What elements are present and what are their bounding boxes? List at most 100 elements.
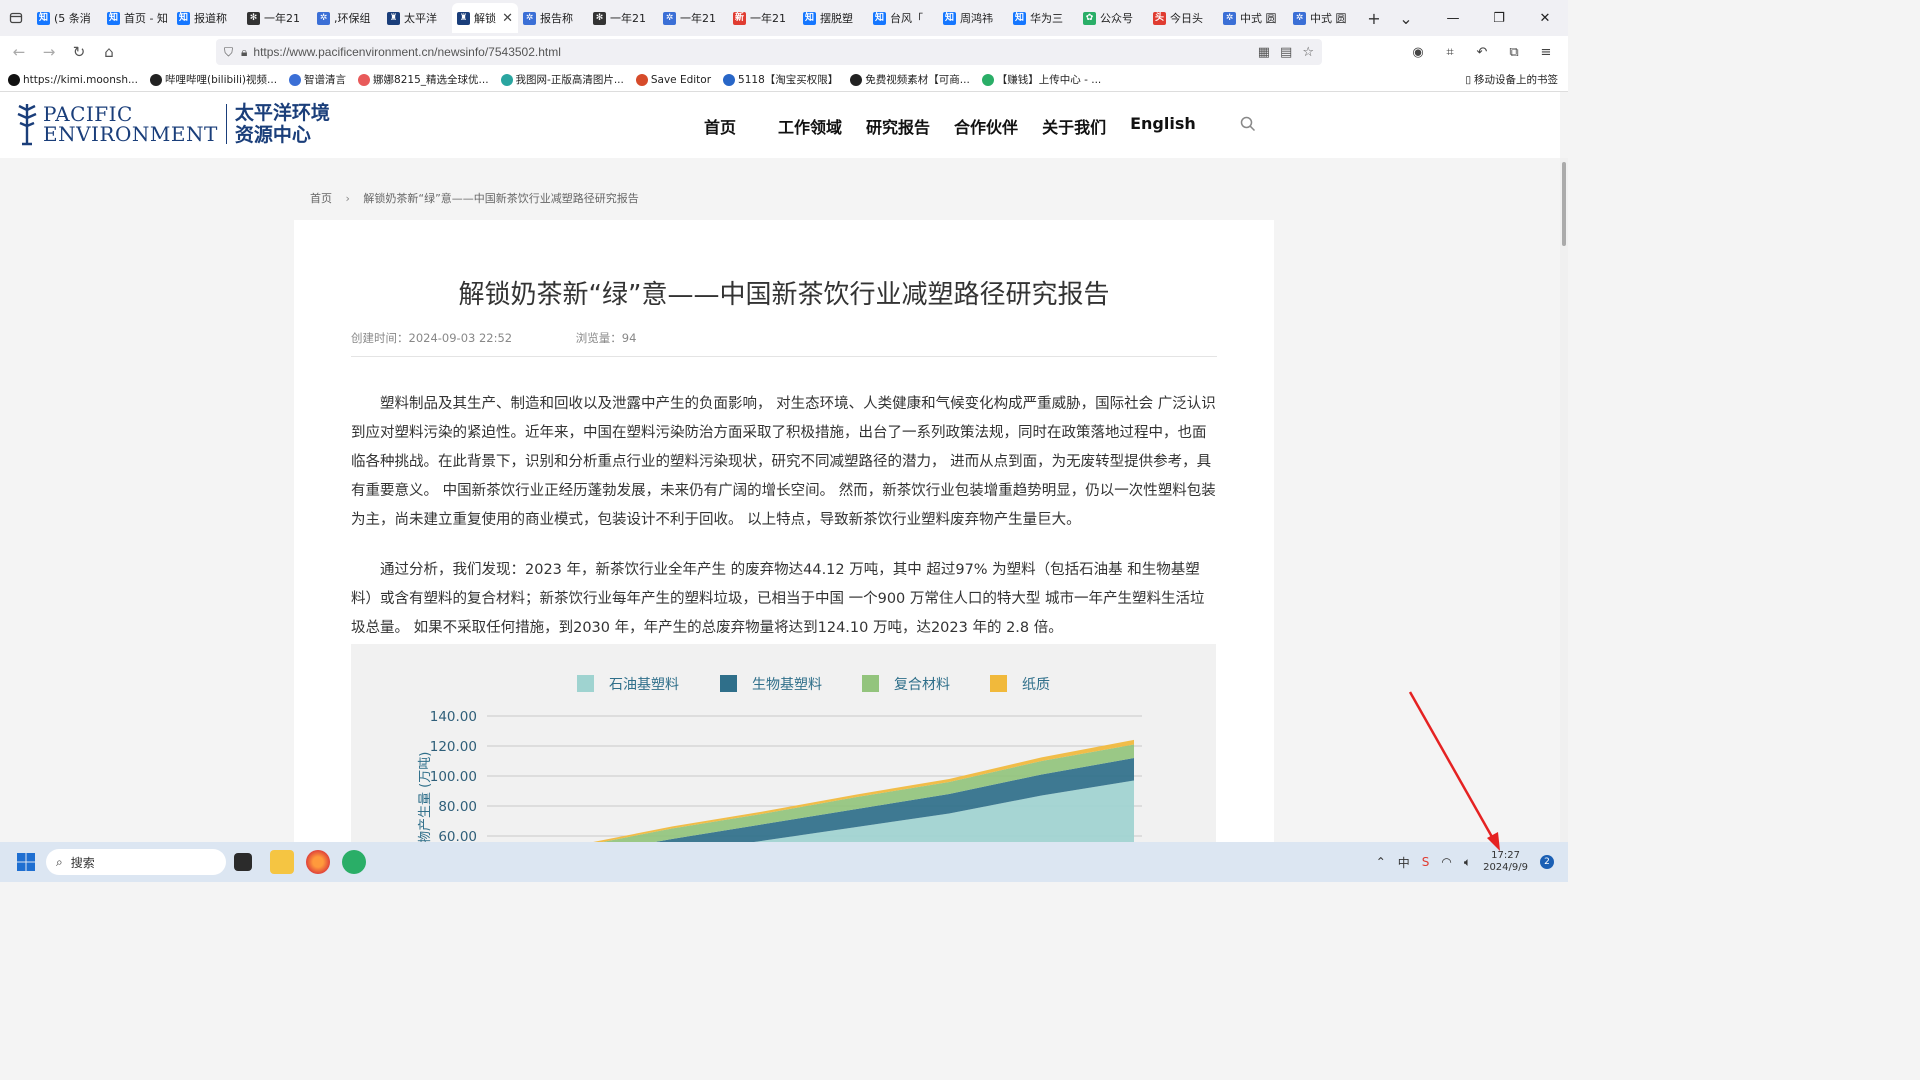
undo-icon[interactable]: ↶ <box>1468 45 1496 60</box>
mobile-device-icon: ▯ <box>1465 73 1471 86</box>
wechat-icon[interactable] <box>342 850 366 874</box>
extensions-icon[interactable]: ⧉ <box>1500 45 1528 60</box>
wifi-icon[interactable]: ◠ <box>1441 855 1451 869</box>
breadcrumb-home[interactable]: 首页 <box>310 192 332 205</box>
bookmark-star-icon[interactable]: ☆ <box>1302 45 1314 60</box>
browser-tab[interactable]: 知周鸿祎 <box>938 3 1008 33</box>
taskbar-search[interactable]: ⌕ 搜索 <box>46 849 226 875</box>
window-controls: — ❐ ✕ <box>1430 0 1568 36</box>
tab-label: 报道称 <box>194 12 227 25</box>
tab-label: 周鸿祎 <box>960 12 993 25</box>
browser-tab[interactable]: 头今日头 <box>1148 3 1218 33</box>
close-window-button[interactable]: ✕ <box>1522 0 1568 36</box>
nav-english[interactable]: English <box>1130 114 1196 138</box>
nav-research-reports[interactable]: 研究报告 <box>866 114 930 138</box>
nav-partners[interactable]: 合作伙伴 <box>954 114 1018 138</box>
browser-tab[interactable]: ✻ 一年21 <box>242 3 312 33</box>
reload-button[interactable]: ↻ <box>64 37 94 67</box>
y-tick-label: 140.00 <box>430 709 477 725</box>
site-icon: ✲ <box>317 11 330 25</box>
y-tick-label: 100.00 <box>430 769 477 785</box>
browser-tab[interactable]: ♜ 太平洋 <box>382 3 452 33</box>
tab-label: 中式 圆 <box>1240 12 1277 25</box>
browser-tab[interactable]: 知报道称 <box>172 3 242 33</box>
windows-start-icon[interactable] <box>17 853 35 871</box>
zhihu-icon: 知 <box>1013 11 1026 25</box>
tab-list-icon[interactable] <box>0 0 32 36</box>
browser-tab[interactable]: 新一年21 <box>728 3 798 33</box>
account-icon[interactable]: ◉ <box>1404 45 1432 60</box>
file-explorer-icon[interactable] <box>270 850 294 874</box>
bookmark-item[interactable]: 免费视频素材【可商... <box>850 72 970 87</box>
bookmark-item[interactable]: 智谱清言 <box>289 72 346 87</box>
sogou-icon[interactable]: S <box>1422 855 1430 869</box>
browser-tab[interactable]: 知华为三 <box>1008 3 1078 33</box>
reader-view-icon[interactable]: ▤ <box>1280 45 1292 60</box>
menu-icon[interactable]: ≡ <box>1532 45 1560 60</box>
nav-work-areas[interactable]: 工作领域 <box>778 114 842 138</box>
bookmark-item[interactable]: https://kimi.moonsh... <box>8 73 138 86</box>
site-header: PACIFIC ENVIRONMENT 太平洋环境 资源中心 首页 工作领域 研… <box>0 92 1560 158</box>
lock-icon[interactable]: 🔒︎ <box>241 45 247 60</box>
bookmark-item[interactable]: Save Editor <box>635 73 711 86</box>
browser-tab[interactable]: ✲ 报告称 <box>518 3 588 33</box>
bookmark-item[interactable]: 【赚钱】上传中心 - ... <box>981 72 1101 87</box>
mobile-bookmarks-folder[interactable]: ▯ 移动设备上的书签 <box>1465 72 1558 87</box>
browser-tab[interactable]: ✻ 一年21 <box>588 3 658 33</box>
zhihu-icon: 知 <box>803 11 816 25</box>
qr-code-icon[interactable]: ▦ <box>1258 45 1270 60</box>
search-icon[interactable] <box>1240 116 1256 136</box>
forward-button[interactable]: → <box>34 37 64 67</box>
browser-tab[interactable]: ✲ 中式 圆 <box>1218 3 1288 33</box>
logo-tree-icon <box>17 104 37 146</box>
url-text[interactable]: https://www.pacificenvironment.cn/newsin… <box>253 45 561 59</box>
browser-tab[interactable]: ✲ ,环保组 <box>312 3 382 33</box>
home-button[interactable]: ⌂ <box>94 37 124 67</box>
tab-label: 一年21 <box>610 12 646 25</box>
chevron-right-icon: › <box>345 192 350 205</box>
back-button[interactable]: ← <box>4 37 34 67</box>
legend-swatch <box>990 675 1007 692</box>
site-logo[interactable]: PACIFIC ENVIRONMENT 太平洋环境 资源中心 <box>14 102 330 146</box>
restore-button[interactable]: ❐ <box>1476 0 1522 36</box>
address-bar[interactable]: ⛉ 🔒︎ https://www.pacificenvironment.cn/n… <box>216 39 1322 65</box>
legend-swatch <box>862 675 879 692</box>
browser-tab[interactable]: 知台风「 <box>868 3 938 33</box>
nav-home[interactable]: 首页 <box>704 114 736 138</box>
task-view-icon[interactable] <box>234 853 252 871</box>
article-paragraph-2: 通过分析，我们发现：2023 年，新茶饮行业全年产生 的废弃物达44.12 万吨… <box>351 562 1205 636</box>
mute-speaker-icon[interactable]: 🔈︎ <box>1464 855 1471 870</box>
new-tab-button[interactable]: + <box>1358 0 1390 36</box>
bookmark-item[interactable]: 我图网-正版高清图片... <box>500 72 624 87</box>
page-scrollbar[interactable] <box>1560 158 1568 842</box>
crop-icon[interactable]: ⌗ <box>1436 45 1464 60</box>
minimize-button[interactable]: — <box>1430 0 1476 36</box>
bookmark-item[interactable]: 哔哩哔哩(bilibili)视频... <box>150 72 277 87</box>
scrollbar-thumb[interactable] <box>1562 162 1566 246</box>
chevron-up-icon[interactable]: ⌃ <box>1376 855 1386 869</box>
shield-icon[interactable]: ⛉ <box>224 45 233 60</box>
close-tab-icon[interactable]: ✕ <box>502 11 513 26</box>
firefox-icon[interactable] <box>306 850 330 874</box>
tab-overflow-chevron-icon[interactable]: ⌄ <box>1390 0 1422 36</box>
browser-tab[interactable]: ✲ 一年21 <box>658 3 728 33</box>
browser-tab[interactable]: 知摆脱塑 <box>798 3 868 33</box>
clock[interactable]: 17:27 2024/9/9 <box>1483 850 1528 874</box>
bookmark-item[interactable]: 娜娜8215_精选全球优... <box>358 72 489 87</box>
tab-label: 首页 - 知 <box>124 12 167 25</box>
bookmark-item[interactable]: 5118【淘宝买权限】 <box>723 72 838 87</box>
browser-tab[interactable]: ✿ 公众号 <box>1078 3 1148 33</box>
nav-about-us[interactable]: 关于我们 <box>1042 114 1106 138</box>
browser-tab[interactable]: 知 (5 条消 <box>32 3 102 33</box>
notification-badge[interactable]: 2 <box>1540 855 1554 869</box>
created-time: 创建时间：2024-09-03 22:52 <box>351 331 513 345</box>
browser-tab[interactable]: ♜ 解锁 ✕ <box>452 3 518 33</box>
bookmark-favicon-icon <box>150 73 162 86</box>
bookmark-favicon-icon <box>850 73 863 86</box>
tab-label: 报告称 <box>540 12 573 25</box>
input-method-icon[interactable]: 中 <box>1398 854 1410 871</box>
browser-tab[interactable]: 知首页 - 知 <box>102 3 172 33</box>
browser-tab[interactable]: ✲ 中式 圆 <box>1288 3 1358 33</box>
sina-icon: 新 <box>733 11 746 25</box>
tab-label: 一年21 <box>750 12 786 25</box>
